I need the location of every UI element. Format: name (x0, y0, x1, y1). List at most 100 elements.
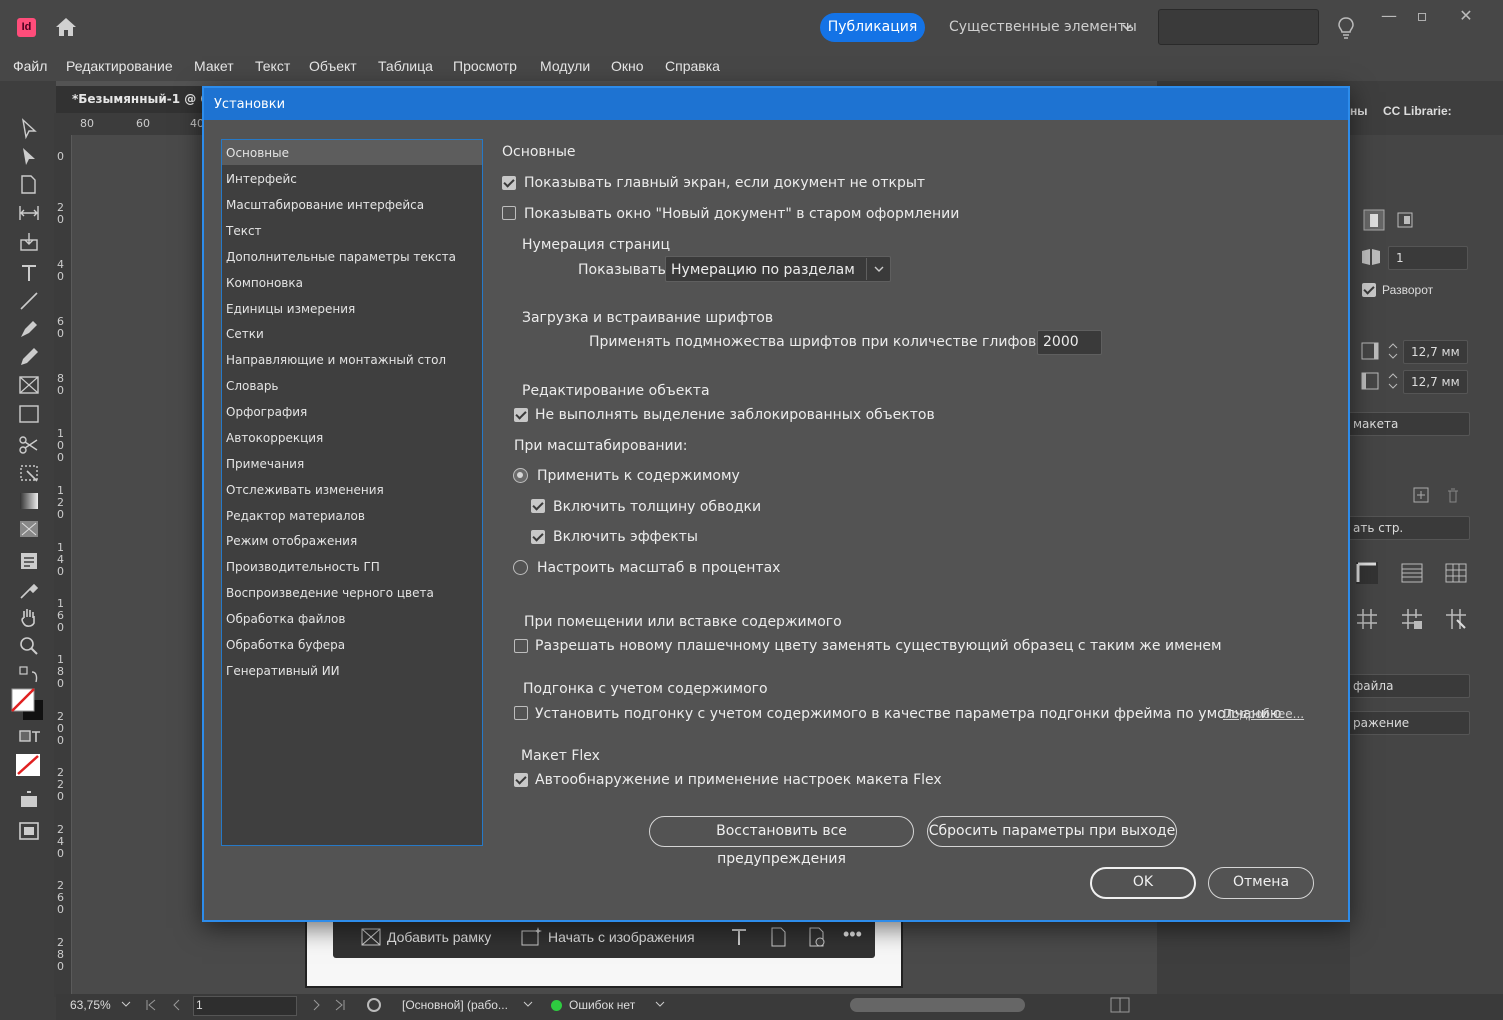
baseline-grid-icon[interactable] (1399, 560, 1425, 586)
workspace-dropdown[interactable]: Существенные элементы (949, 19, 1137, 35)
apply-none-icon[interactable] (14, 752, 42, 778)
cancel-button[interactable]: Отмена (1208, 867, 1314, 899)
last-page-icon[interactable] (333, 998, 347, 1012)
document-grid-icon[interactable] (1443, 560, 1469, 586)
category-item[interactable]: Генеративный ИИ (226, 664, 340, 678)
publish-button[interactable]: Публикация (820, 13, 925, 42)
category-item[interactable]: Компоновка (226, 276, 303, 290)
adjust-percent-radio[interactable] (513, 560, 528, 575)
chevron-down-icon[interactable] (522, 998, 534, 1010)
screen-mode-icon[interactable] (17, 788, 41, 812)
add-frame-button[interactable]: Добавить рамку (387, 929, 491, 945)
delete-icon[interactable] (1444, 486, 1462, 504)
portrait-icon[interactable] (1362, 208, 1386, 232)
rectangle-frame-tool-icon[interactable] (17, 373, 41, 397)
menu-window[interactable]: Окно (611, 58, 644, 74)
preflight-profile-icon[interactable] (365, 996, 383, 1014)
document-icon[interactable] (767, 926, 789, 948)
category-item[interactable]: Отслеживать изменения (226, 483, 384, 497)
category-item[interactable]: Словарь (226, 379, 279, 393)
category-item[interactable]: Обработка буфера (226, 638, 345, 652)
more-options-icon[interactable]: ••• (843, 924, 862, 945)
chevron-down-icon[interactable] (872, 262, 886, 276)
image-button[interactable]: ражение (1345, 711, 1470, 735)
zoom-level[interactable]: 63,75% (70, 998, 111, 1012)
line-tool-icon[interactable] (17, 289, 41, 313)
category-item[interactable]: Примечания (226, 457, 304, 471)
lock-guides-icon[interactable] (1399, 606, 1425, 632)
category-item[interactable]: Масштабирование интерфейса (226, 198, 424, 212)
pencil-tool-icon[interactable] (17, 345, 41, 369)
next-page-icon[interactable] (309, 998, 323, 1012)
allow-spot-checkbox[interactable] (514, 639, 528, 653)
show-legacy-checkbox[interactable] (502, 206, 516, 220)
hand-tool-icon[interactable] (17, 606, 41, 630)
panel-tab-partial[interactable]: ны (1350, 104, 1368, 118)
preflight-profile[interactable]: [Основной] (рабо... (402, 998, 508, 1012)
menu-layout[interactable]: Макет (194, 58, 234, 74)
zoom-tool-icon[interactable] (17, 634, 41, 658)
swap-fill-stroke-icon[interactable] (17, 664, 41, 688)
category-item[interactable]: Сетки (226, 327, 264, 341)
add-page-icon[interactable] (1412, 486, 1430, 504)
rectangle-tool-icon[interactable] (17, 402, 41, 426)
page-tool-icon[interactable] (17, 173, 41, 197)
content-collector-icon[interactable] (17, 230, 41, 254)
more-info-link[interactable]: Подробнее... (1223, 707, 1304, 721)
category-item[interactable]: Воспроизведение черного цвета (226, 586, 434, 600)
free-transform-tool-icon[interactable] (17, 461, 41, 485)
restore-warnings-button[interactable]: Восстановить все предупреждения (649, 816, 914, 867)
category-item[interactable]: Производительность ГП (226, 560, 380, 574)
preview-mode-icon[interactable] (17, 819, 41, 843)
chevron-down-icon[interactable] (120, 998, 132, 1010)
type-tool-icon[interactable] (17, 261, 41, 285)
category-item[interactable]: Направляющие и монтажный стол (226, 353, 446, 367)
category-item[interactable]: Автокоррекция (226, 431, 323, 445)
gradient-tool-icon[interactable] (17, 489, 41, 513)
category-item[interactable]: Текст (226, 224, 262, 238)
stepper-icon[interactable] (1384, 340, 1402, 362)
text-icon[interactable] (728, 926, 750, 948)
category-item[interactable]: Орфография (226, 405, 307, 419)
ruler-guides-icon[interactable] (1354, 560, 1380, 586)
fill-stroke-swatch-icon[interactable] (11, 688, 45, 722)
direct-selection-tool-icon[interactable] (17, 145, 41, 169)
no-select-locked-checkbox[interactable] (514, 408, 528, 422)
horizontal-scrollbar[interactable] (850, 998, 1025, 1012)
scissors-tool-icon[interactable] (17, 433, 41, 457)
show-home-checkbox[interactable] (502, 176, 516, 190)
margin-input-2[interactable]: 12,7 мм (1403, 370, 1468, 394)
margin-input-1[interactable]: 12,7 мм (1403, 340, 1468, 364)
maximize-icon[interactable]: ▫ (1412, 6, 1432, 26)
flex-auto-checkbox[interactable] (514, 773, 528, 787)
minimize-icon[interactable]: — (1379, 6, 1399, 26)
menu-plugins[interactable]: Модули (540, 58, 590, 74)
home-icon[interactable] (54, 16, 78, 38)
first-page-icon[interactable] (144, 998, 158, 1012)
formatting-container-icon[interactable] (17, 726, 41, 750)
category-item[interactable]: Редактор материалов (226, 509, 365, 523)
menu-edit[interactable]: Редактирование (66, 58, 173, 74)
ok-button[interactable]: OK (1090, 867, 1196, 899)
menu-file[interactable]: Файл (13, 58, 47, 74)
chevron-down-icon[interactable] (654, 998, 666, 1010)
selection-tool-icon[interactable] (17, 117, 41, 141)
glyph-threshold-input[interactable]: 2000 (1037, 330, 1102, 355)
cc-libraries-tab[interactable]: CC Librarie: (1383, 104, 1452, 118)
menu-type[interactable]: Текст (255, 58, 290, 74)
menu-table[interactable]: Таблица (378, 58, 433, 74)
category-item[interactable]: Режим отображения (226, 534, 357, 548)
apply-content-radio[interactable] (513, 468, 528, 483)
snap-guides-icon[interactable] (1443, 606, 1469, 632)
spread-checkbox[interactable] (1362, 283, 1376, 297)
guides-icon[interactable] (1354, 606, 1380, 632)
landscape-icon[interactable] (1394, 208, 1418, 232)
layout-button[interactable]: макета (1345, 412, 1470, 436)
pages-count-input[interactable]: 1 (1388, 246, 1468, 270)
file-button[interactable]: файла (1345, 674, 1470, 698)
category-item[interactable]: Обработка файлов (226, 612, 345, 626)
start-with-image-button[interactable]: Начать с изображения (548, 929, 695, 945)
eyedropper-tool-icon[interactable] (17, 578, 41, 602)
content-aware-checkbox[interactable] (514, 706, 528, 720)
prev-page-icon[interactable] (170, 998, 184, 1012)
